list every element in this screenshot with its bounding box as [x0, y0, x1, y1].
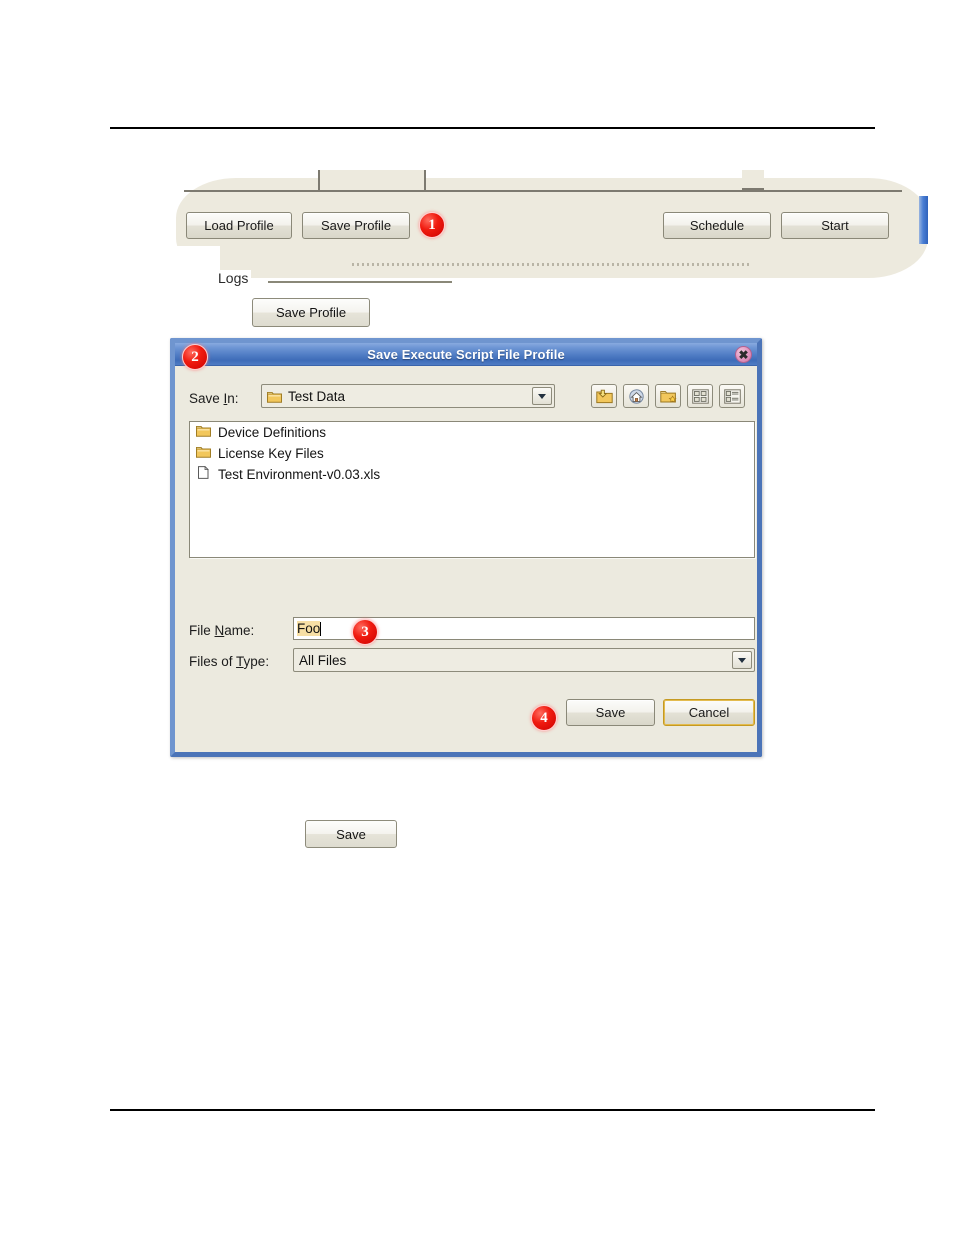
details-view-icon[interactable] [719, 384, 745, 408]
file-name-label-post: ame: [224, 623, 255, 638]
panel-tab-stub-right [742, 170, 764, 190]
load-profile-button[interactable]: Load Profile [186, 212, 292, 239]
list-item[interactable]: Test Environment-v0.03.xls [190, 464, 754, 485]
standalone-save-label: Save [336, 826, 366, 842]
list-item-label: License Key Files [218, 446, 324, 461]
list-item-label: Device Definitions [218, 425, 327, 440]
home-icon[interactable] [623, 384, 649, 408]
files-of-type-value: All Files [299, 652, 347, 668]
file-name-label: File Name: [189, 623, 254, 638]
file-name-label-mnemonic: N [214, 623, 225, 638]
panel-dotted-separator [352, 263, 752, 266]
standalone-save-button[interactable]: Save [305, 820, 397, 848]
files-of-type-label-post: ype: [243, 654, 270, 669]
folder-icon [196, 424, 211, 442]
folder-icon [267, 390, 282, 403]
create-new-folder-icon[interactable] [655, 384, 681, 408]
files-of-type-label-pre: Files of [189, 654, 237, 669]
load-profile-label: Load Profile [204, 218, 274, 233]
files-of-type-combobox[interactable]: All Files [293, 648, 755, 672]
file-name-value: Foo [297, 621, 321, 636]
callout-1-number: 1 [428, 216, 436, 233]
page-footer-rule [110, 1109, 875, 1111]
dialog-save-label: Save [595, 705, 626, 720]
close-icon[interactable]: ✖ [735, 346, 752, 363]
callout-2-number: 2 [191, 348, 199, 365]
file-icon [196, 465, 211, 484]
logs-groupbox-fragment: Logs [212, 268, 452, 294]
standalone-save-profile-label: Save Profile [275, 305, 347, 320]
save-in-dropdown-arrow[interactable] [532, 387, 552, 405]
panel-divider [184, 190, 902, 192]
save-file-dialog: Save Execute Script File Profile ✖ Save … [170, 338, 762, 757]
save-in-combobox[interactable]: Test Data [261, 384, 555, 408]
logs-groupbox-line [268, 281, 452, 283]
start-button[interactable]: Start [781, 212, 889, 239]
text-caret [320, 621, 322, 636]
list-item[interactable]: License Key Files [190, 443, 754, 464]
list-item[interactable]: Device Definitions [190, 422, 754, 443]
list-item-label: Test Environment-v0.03.xls [218, 467, 381, 482]
save-in-label-post: n: [227, 391, 239, 406]
dialog-title: Save Execute Script File Profile [367, 346, 565, 362]
dialog-titlebar[interactable]: Save Execute Script File Profile ✖ [175, 343, 757, 366]
dialog-cancel-button[interactable]: Cancel [663, 699, 755, 726]
files-of-type-label-mnemonic: T [236, 654, 244, 669]
callout-4-number: 4 [540, 709, 548, 726]
document-page: Load Profile Save Profile Schedule Start… [0, 0, 954, 1235]
save-in-value: Test Data [288, 388, 346, 404]
standalone-save-profile-button[interactable]: Save Profile [252, 298, 370, 327]
save-profile-button[interactable]: Save Profile [302, 212, 410, 239]
schedule-label: Schedule [689, 218, 745, 233]
callout-badge-1: 1 [419, 212, 445, 238]
file-name-label-pre: File [189, 623, 215, 638]
dialog-cancel-label: Cancel [688, 705, 730, 720]
save-in-label: Save In: [189, 391, 239, 406]
logs-groupbox-label: Logs [218, 270, 252, 286]
callout-3-number: 3 [361, 623, 369, 640]
up-one-level-icon[interactable] [591, 384, 617, 408]
save-profile-label: Save Profile [320, 218, 392, 233]
folder-icon [196, 445, 211, 463]
window-scrollbar-fragment[interactable] [919, 196, 928, 244]
start-label: Start [821, 218, 849, 233]
page-header-rule [110, 127, 875, 129]
dialog-save-button[interactable]: Save [566, 699, 655, 726]
callout-badge-3: 3 [352, 619, 378, 645]
schedule-button[interactable]: Schedule [663, 212, 771, 239]
save-in-label-pre: Save [189, 391, 224, 406]
callout-badge-4: 4 [531, 705, 557, 731]
dialog-body: Save In: Test Data Device Definitions Li… [175, 366, 757, 752]
callout-badge-2: 2 [182, 344, 208, 370]
list-view-icon[interactable] [687, 384, 713, 408]
file-list[interactable]: Device Definitions License Key Files Tes… [189, 421, 755, 558]
panel-tab-stub-left [318, 170, 426, 192]
files-of-type-dropdown-arrow[interactable] [732, 651, 752, 669]
files-of-type-label: Files of Type: [189, 654, 269, 669]
